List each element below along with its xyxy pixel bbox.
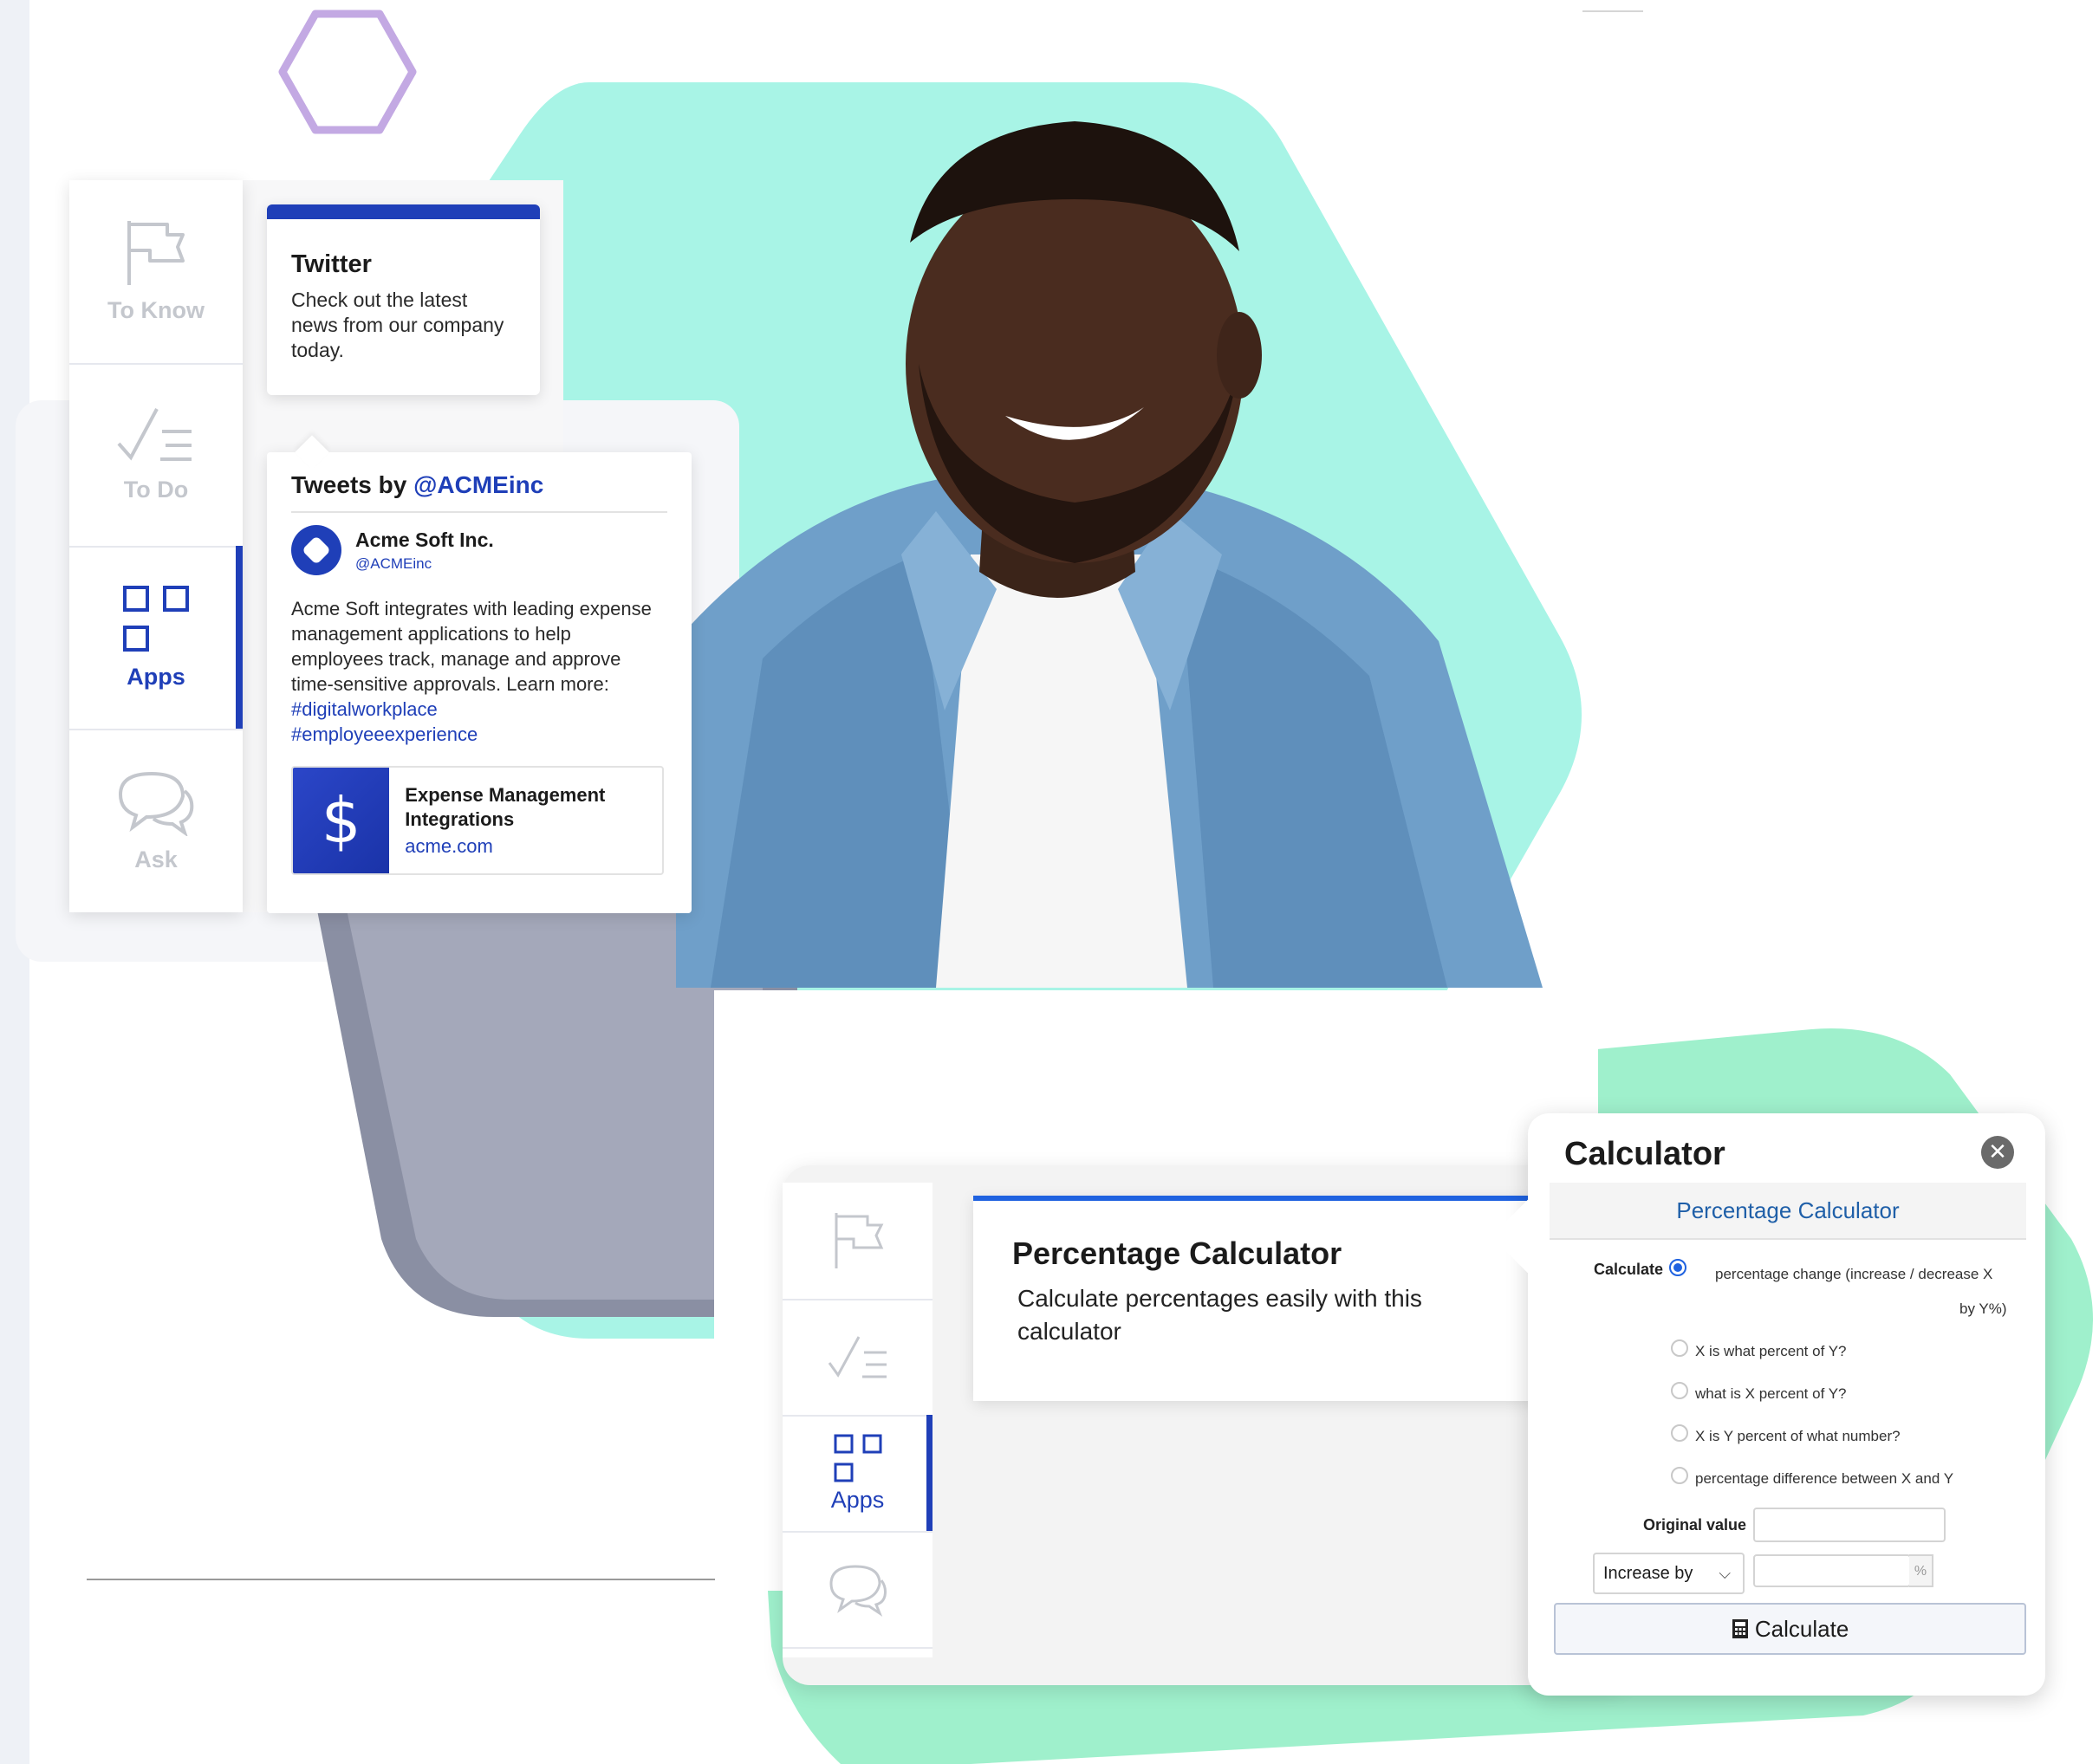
tweets-heading-prefix: Tweets by	[291, 471, 414, 498]
sidebar-item-to-know[interactable]	[783, 1183, 933, 1300]
apps-grid-icon	[834, 1434, 881, 1482]
chat-bubbles-icon	[118, 771, 194, 836]
tweets-heading: Tweets by @ACMEinc	[291, 471, 667, 513]
option-radio[interactable]	[1671, 1339, 1688, 1357]
calculate-button-label: Calculate	[1754, 1616, 1849, 1642]
twitter-app-card[interactable]: Twitter Check out the latest news from o…	[267, 204, 540, 395]
sidebar-item-label: Ask	[134, 846, 178, 872]
option-label: X is Y percent of what number?	[1695, 1428, 1901, 1444]
flag-icon	[127, 221, 185, 285]
flag-icon	[835, 1213, 883, 1268]
calculator-subtitle: Percentage Calculator	[1550, 1183, 2026, 1240]
tweet-text: Acme Soft integrates with leading expens…	[291, 596, 667, 747]
calculator-icon	[1732, 1619, 1748, 1638]
tweets-feed: Tweets by @ACMEinc Acme Soft Inc. @ACMEi…	[267, 452, 692, 913]
mode-select-value: Increase by	[1603, 1564, 1693, 1583]
option-label: percentage difference between X and Y	[1695, 1470, 1954, 1487]
percent-input[interactable]	[1753, 1554, 1911, 1587]
twitter-card-title: Twitter	[291, 250, 372, 278]
option-label: what is X percent of Y?	[1695, 1385, 1847, 1402]
divider-line	[87, 1579, 715, 1580]
calculator-title: Calculator	[1564, 1136, 1725, 1172]
sidebar-item-label: Apps	[830, 1486, 885, 1513]
option-radio[interactable]	[1671, 1382, 1688, 1399]
sidebar-item-label: To Do	[123, 477, 189, 503]
percentage-calculator-app-card[interactable]: Percentage Calculator Calculate percenta…	[973, 1196, 1541, 1401]
app-card-description: Calculate percentages easily with this c…	[1017, 1285, 1422, 1345]
app-card-title: Percentage Calculator	[1012, 1235, 1342, 1271]
sidebar-item-apps[interactable]: Apps	[783, 1415, 933, 1533]
tweet-account[interactable]: Acme Soft Inc. @ACMEinc	[291, 525, 667, 575]
link-title: Expense Management Integrations	[405, 784, 606, 830]
calculate-button[interactable]: Calculate	[1554, 1603, 2026, 1655]
chat-bubbles-icon	[829, 1565, 887, 1617]
account-name: Acme Soft Inc.	[355, 528, 494, 551]
sidebar-item-to-do[interactable]: To Do	[69, 363, 243, 548]
original-value-input[interactable]	[1753, 1508, 1946, 1542]
acme-logo-icon	[291, 525, 341, 575]
sidebar-item-to-know[interactable]: To Know	[69, 180, 243, 365]
account-handle[interactable]: @ACMEinc	[355, 555, 494, 573]
sidebar-primary: To Know To Do Apps Ask	[69, 180, 243, 912]
option-radio[interactable]	[1671, 1467, 1688, 1484]
checklist-icon	[117, 408, 192, 461]
close-icon[interactable]: ✕	[1981, 1136, 2014, 1169]
mode-select[interactable]: Increase by ⌵	[1593, 1553, 1745, 1594]
hashtag-link[interactable]: #employeeexperience	[291, 723, 478, 745]
hashtag-link[interactable]: #digitalworkplace	[291, 698, 438, 720]
percent-suffix: %	[1909, 1554, 1933, 1587]
sidebar-item-apps[interactable]: Apps	[69, 546, 243, 730]
chevron-down-icon: ⌵	[1719, 1565, 1731, 1582]
sidebar-item-to-do[interactable]	[783, 1299, 933, 1417]
learn-more-text: Learn more:	[506, 673, 609, 695]
twitter-card-description: Check out the latest news from our compa…	[291, 289, 504, 361]
sidebar-secondary: Apps	[783, 1183, 933, 1657]
calculator-popup: Calculator ✕ Percentage Calculator Calcu…	[1528, 1113, 2045, 1696]
calculate-label: Calculate	[1594, 1261, 1664, 1278]
option-radio[interactable]	[1669, 1259, 1686, 1276]
original-value-label: Original value	[1643, 1516, 1747, 1534]
tweets-handle-link[interactable]: @ACMEinc	[413, 471, 543, 498]
option-label: percentage change (increase / decrease X	[1715, 1266, 1993, 1282]
sidebar-item-label: To Know	[107, 297, 205, 323]
divider-line	[1582, 10, 1643, 12]
sidebar-item-ask[interactable]: Ask	[69, 729, 243, 911]
link-preview-card[interactable]: $ Expense Management Integrations acme.c…	[291, 766, 664, 875]
option-label-continued: by Y%)	[1959, 1300, 2007, 1317]
link-domain: acme.com	[405, 835, 493, 857]
dollar-icon: $	[293, 768, 390, 873]
sidebar-item-ask[interactable]	[783, 1531, 933, 1649]
checklist-icon	[828, 1336, 887, 1378]
sidebar-item-label: Apps	[127, 664, 185, 690]
option-radio[interactable]	[1671, 1424, 1688, 1442]
option-label: X is what percent of Y?	[1695, 1343, 1847, 1359]
apps-grid-icon	[123, 586, 189, 652]
